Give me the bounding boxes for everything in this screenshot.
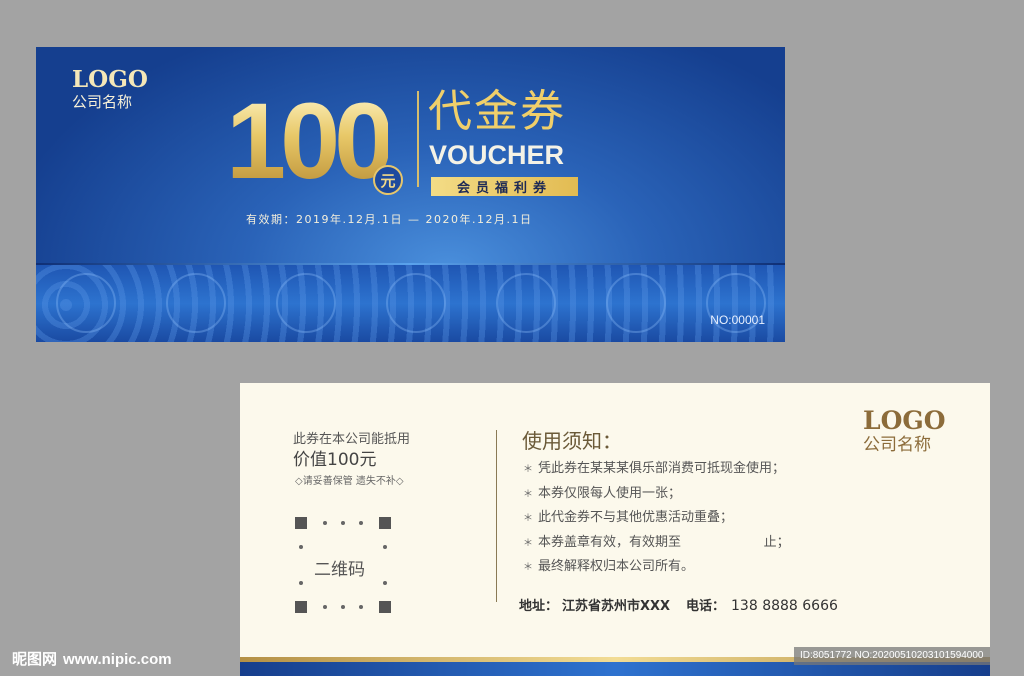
watermark-brand: 昵图网 www.nipic.com <box>12 650 172 668</box>
title-divider <box>417 91 419 187</box>
notice-item: ＊此代金券不与其他优惠活动重叠； <box>523 510 734 525</box>
qr-dot <box>359 605 363 609</box>
qr-dot <box>383 581 387 585</box>
floral-ornament <box>386 273 446 333</box>
qr-corner <box>379 517 391 529</box>
floral-ornament <box>496 273 556 333</box>
value-text: 价值100元 <box>293 450 377 470</box>
back-company-name: 公司名称 <box>863 435 931 455</box>
watermark-id: ID:8051772 NO:20200510203101594000 <box>794 647 990 665</box>
floral-ornament <box>56 273 116 333</box>
star-icon: ＊ <box>523 488 533 500</box>
serial-number: NO:00001 <box>710 313 765 327</box>
notice-list: ＊凭此券在某某某俱乐部消费可抵现金使用； ＊本券仅限每人使用一张； ＊此代金券不… <box>523 457 790 580</box>
voucher-title-en: VOUCHER <box>429 140 565 170</box>
qr-dot <box>323 521 327 525</box>
notice-item: ＊本券盖章有效，有效期至 止； <box>523 534 790 550</box>
validity-period: 有效期：2019年.12月.1日 — 2020年.12月.1日 <box>246 213 533 226</box>
qr-dot <box>323 605 327 609</box>
floral-ornament <box>166 273 226 333</box>
qr-corner <box>295 601 307 613</box>
voucher-amount: 100 <box>226 80 394 201</box>
notice-item: ＊最终解释权归本公司所有。 <box>523 559 695 574</box>
phone: 电话： 138 8888 6666 <box>686 598 838 614</box>
back-logo: LOGO 公司名称 <box>863 406 946 456</box>
notice-title: 使用须知： <box>522 429 622 453</box>
voucher-back: 此券在本公司能抵用 价值100元 ◇请妥善保管 遗失不补◇ 二维码 使用须知： … <box>240 383 990 676</box>
qr-corner <box>379 601 391 613</box>
star-icon: ＊ <box>523 562 533 573</box>
care-text: ◇请妥善保管 遗失不补◇ <box>295 476 404 487</box>
qr-dot <box>341 605 345 609</box>
back-divider <box>496 430 497 602</box>
star-icon: ＊ <box>523 464 533 475</box>
address: 地址： 江苏省苏州市XXX <box>519 599 671 614</box>
front-logo-text: LOGO <box>72 66 148 93</box>
qr-dot <box>359 521 363 525</box>
qr-dot <box>341 521 345 525</box>
voucher-title-cn: 代金券 <box>428 86 566 137</box>
floral-ornament <box>276 273 336 333</box>
front-logo: LOGO 公司名称 <box>72 66 148 112</box>
yuan-badge: 元 <box>373 165 403 195</box>
star-icon: ＊ <box>523 537 533 549</box>
qr-dot <box>299 545 303 549</box>
voucher-front: LOGO 公司名称 100 元 代金券 VOUCHER 会员福利券 有效期：20… <box>36 47 785 342</box>
qr-dot <box>299 581 303 585</box>
qr-corner <box>295 517 307 529</box>
member-benefit-tag: 会员福利券 <box>431 177 578 196</box>
qr-dot <box>383 545 387 549</box>
qr-label: 二维码 <box>314 560 365 580</box>
qr-code-placeholder: 二维码 <box>295 517 391 613</box>
notice-item: ＊凭此券在某某某俱乐部消费可抵现金使用； <box>523 461 786 476</box>
notice-item: ＊本券仅限每人使用一张； <box>523 485 682 501</box>
front-company-name: 公司名称 <box>72 93 133 111</box>
floral-ornament <box>606 273 666 333</box>
floral-pattern-band <box>36 265 785 342</box>
star-icon: ＊ <box>523 513 533 524</box>
back-logo-text: LOGO <box>863 406 946 435</box>
